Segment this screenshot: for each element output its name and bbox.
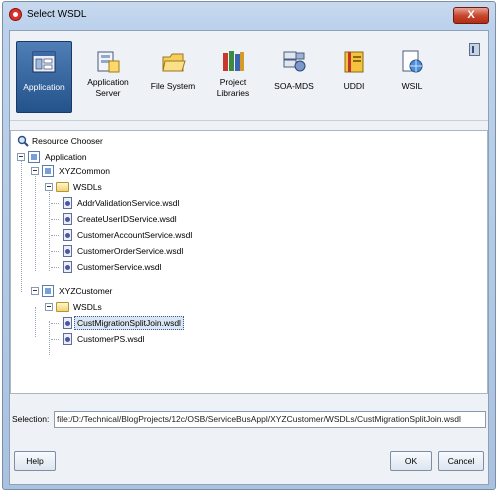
wsdl-file-icon [63, 317, 72, 329]
tree-line [21, 157, 22, 292]
search-icon [17, 135, 29, 147]
title-bar[interactable]: Select WSDL X [3, 2, 495, 30]
collapse-toggle[interactable] [17, 153, 25, 161]
tree-line [51, 203, 59, 204]
application-icon [28, 151, 40, 163]
wsil-icon [402, 50, 423, 73]
node-label: CustomerOrderService.wsdl [77, 246, 184, 256]
resource-tree: Resource Chooser Application XYZCommon W… [10, 130, 488, 394]
tree-line [49, 321, 50, 355]
node-label: WSDLs [73, 182, 102, 192]
resource-type-toolbar: Application Application Server File Syst… [16, 41, 448, 115]
dialog-window: Select WSDL X Application Application Se… [2, 1, 496, 490]
tree-line [51, 219, 59, 220]
application-server-icon [97, 51, 120, 73]
project-icon [42, 165, 54, 177]
wsdl-file-icon [63, 333, 72, 345]
toolbar-label: Application [23, 82, 65, 92]
toolbar-label: WSIL [401, 81, 423, 91]
oracle-app-icon [9, 8, 22, 21]
cancel-button[interactable]: Cancel [438, 451, 484, 471]
tree-line [35, 171, 36, 271]
toolbar-wsil[interactable]: WSIL [386, 41, 438, 113]
toolbar-label: File System [150, 81, 196, 91]
node-label: CreateUserIDService.wsdl [77, 214, 177, 224]
wsdl-file-icon [63, 245, 72, 257]
toolbar-label: UDDI [343, 81, 365, 91]
close-button[interactable]: X [453, 7, 489, 24]
toolbar-label: Application Server [87, 77, 129, 98]
node-label: CustomerService.wsdl [77, 262, 162, 272]
soa-mds-icon [283, 51, 306, 72]
toolbar-uddi[interactable]: UDDI [328, 41, 380, 113]
uddi-icon [344, 51, 364, 73]
collapse-toggle[interactable] [31, 287, 39, 295]
tree-line [51, 235, 59, 236]
tree-line [35, 307, 36, 337]
wsdl-file-icon [63, 229, 72, 241]
node-label: AddrValidationService.wsdl [77, 198, 180, 208]
application-icon [32, 51, 56, 73]
view-options-icon[interactable] [469, 43, 480, 56]
wsdl-file-icon [63, 261, 72, 273]
node-label: CustomerPS.wsdl [77, 334, 145, 344]
node-label: Application [45, 152, 87, 162]
node-label: CustMigrationSplitJoin.wsdl [74, 316, 184, 330]
tree-line [51, 251, 59, 252]
ok-button[interactable]: OK [390, 451, 432, 471]
selection-label: Selection: [12, 414, 50, 424]
dialog-content: Application Application Server File Syst… [9, 30, 489, 485]
wsdl-file-icon [63, 213, 72, 225]
window-title: Select WSDL [27, 9, 87, 20]
toolbar-label: SOA-MDS [274, 81, 314, 91]
toolbar-application-server[interactable]: Application Server [78, 41, 138, 113]
node-label: CustomerAccountService.wsdl [77, 230, 193, 240]
project-libraries-icon [223, 51, 244, 71]
toolbar-soa-mds[interactable]: SOA-MDS [266, 41, 322, 113]
toolbar-application[interactable]: Application [16, 41, 72, 113]
collapse-toggle[interactable] [45, 303, 53, 311]
folder-icon [56, 182, 69, 192]
tree-line [51, 267, 59, 268]
project-icon [42, 285, 54, 297]
toolbar-label: Project Libraries [216, 77, 250, 98]
tree-root-label: Resource Chooser [32, 136, 103, 146]
divider [10, 120, 488, 121]
toolbar-project-libraries[interactable]: Project Libraries [206, 41, 260, 113]
tree-line [51, 323, 59, 324]
help-button[interactable]: Help [14, 451, 56, 471]
node-label: XYZCommon [59, 166, 111, 176]
tree-line [51, 339, 59, 340]
tree-line [49, 187, 50, 271]
folder-icon [56, 302, 69, 312]
collapse-toggle[interactable] [31, 167, 39, 175]
file-system-icon [162, 53, 186, 72]
node-label: WSDLs [73, 302, 102, 312]
collapse-toggle[interactable] [45, 183, 53, 191]
wsdl-file-icon [63, 197, 72, 209]
selection-field[interactable]: file:/D:/Technical/BlogProjects/12c/OSB/… [54, 411, 486, 428]
node-label: XYZCustomer [59, 286, 113, 296]
toolbar-file-system[interactable]: File System [144, 41, 202, 113]
selection-row: Selection: file:/D:/Technical/BlogProjec… [10, 411, 488, 429]
